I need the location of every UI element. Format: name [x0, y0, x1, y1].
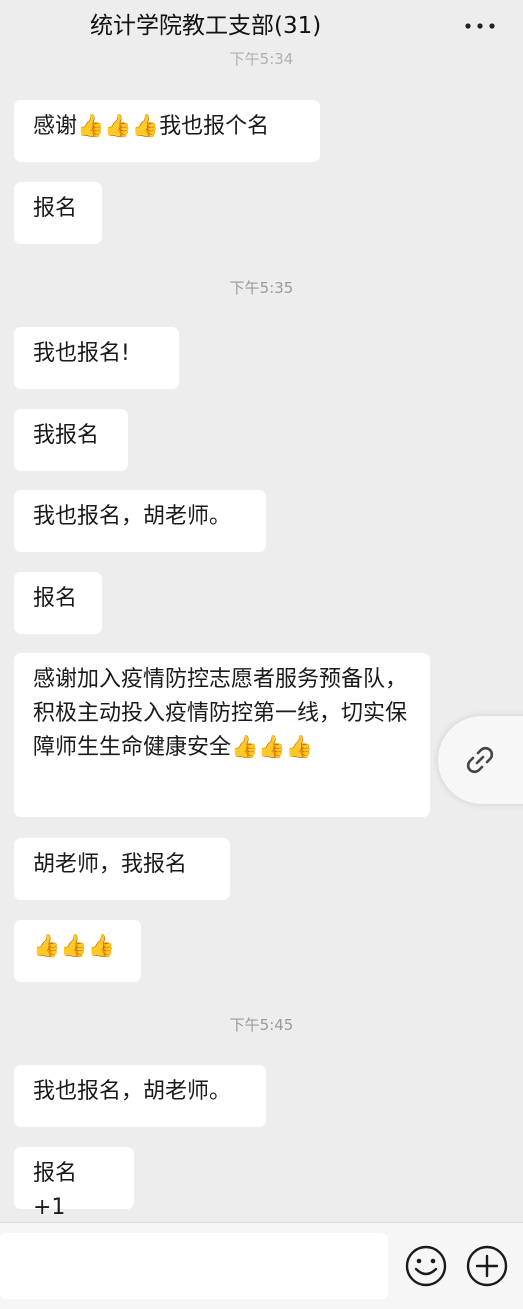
more-dots-icon[interactable] [462, 14, 498, 38]
input-bar [0, 1222, 523, 1309]
emoji-icon[interactable] [405, 1245, 447, 1291]
message-bubble[interactable]: 报名 +1 [14, 1147, 134, 1220]
message-bubble[interactable]: 感谢加入疫情防控志愿者服务预备队，积极主动投入疫情防控第一线，切实保障师生生命健… [14, 653, 430, 817]
link-button[interactable] [438, 716, 523, 804]
chat-title[interactable]: 统计学院教工支部(31) [90, 10, 321, 42]
plus-icon[interactable] [466, 1245, 508, 1291]
message-bubble[interactable]: 胡老师，我报名 [14, 838, 230, 900]
chat-header: 统计学院教工支部(31) [0, 0, 523, 52]
message-bubble[interactable]: 我也报名，胡老师。 [14, 490, 266, 552]
message-bubble[interactable]: 报名 [14, 182, 102, 244]
message-input[interactable] [0, 1233, 388, 1299]
timestamp: 下午5:35 [229, 279, 294, 297]
link-icon [466, 746, 494, 774]
message-bubble[interactable]: 我也报名! [14, 327, 179, 389]
message-bubble[interactable]: 我也报名，胡老师。 [14, 1065, 266, 1127]
message-bubble[interactable]: 我报名 [14, 409, 128, 471]
chat-area[interactable]: 下午5:34 感谢👍👍👍我也报个名 报名 下午5:35 我也报名! 我报名 我也… [0, 0, 523, 1222]
message-bubble[interactable]: 报名 [14, 572, 102, 634]
message-bubble[interactable]: 感谢👍👍👍我也报个名 [14, 100, 320, 162]
timestamp: 下午5:45 [229, 1016, 294, 1034]
message-bubble[interactable]: 👍👍👍 [14, 920, 141, 982]
